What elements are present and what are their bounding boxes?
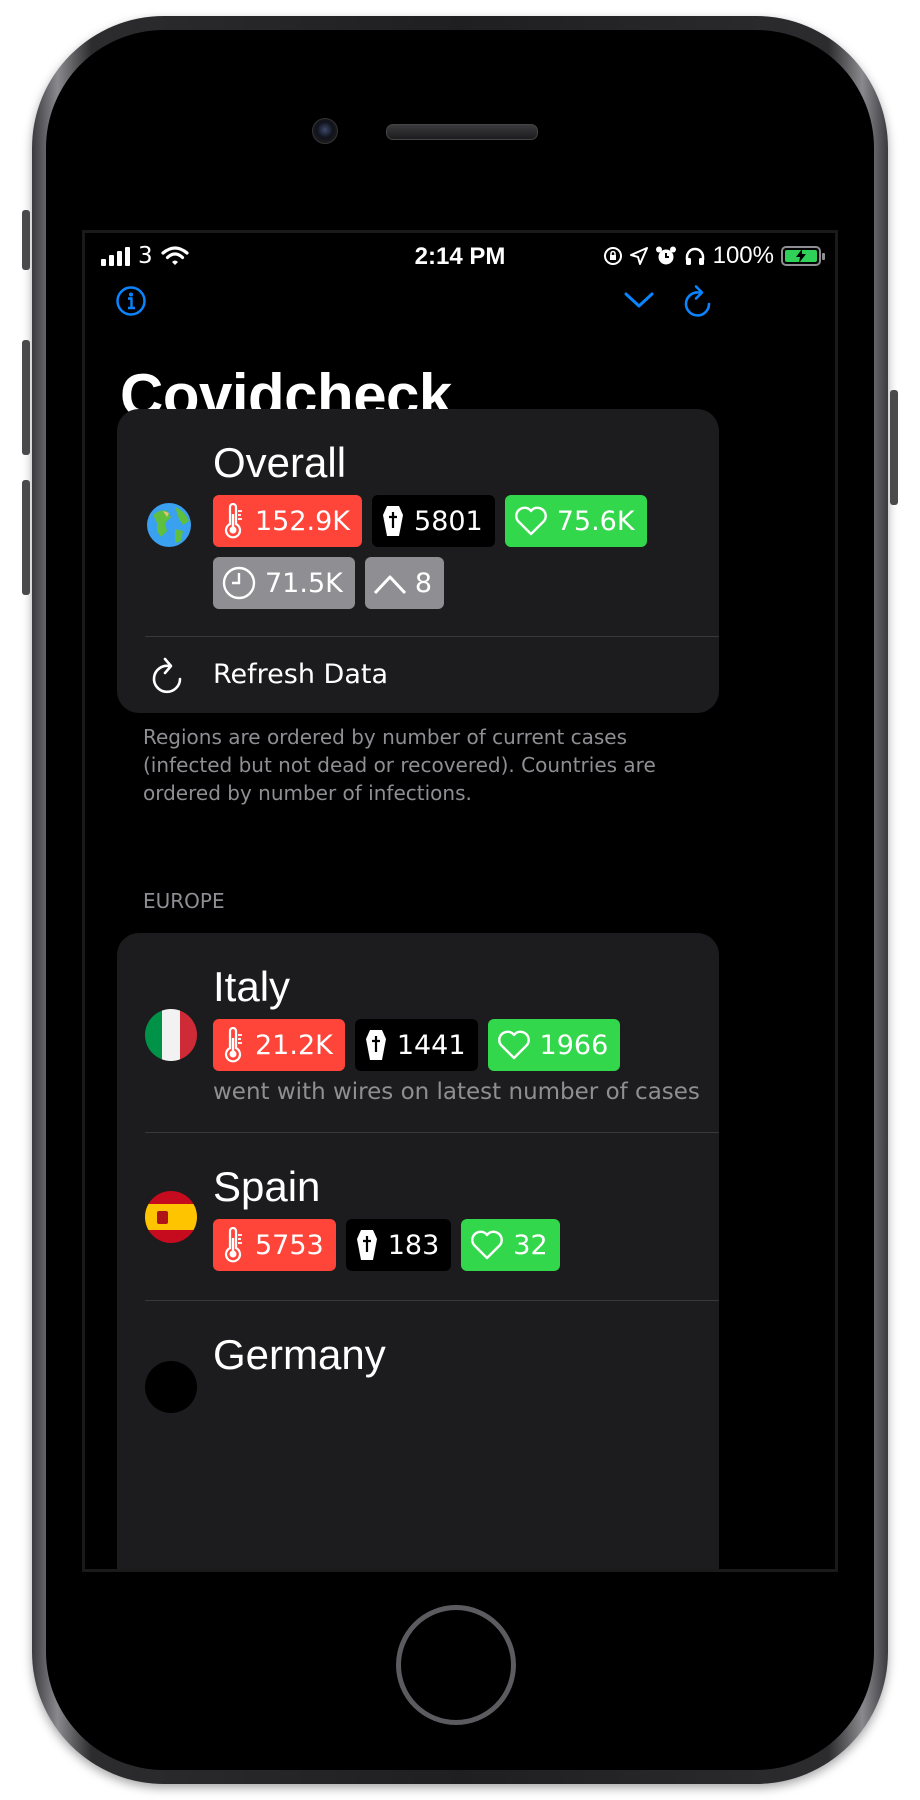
increase-badge: 8 <box>364 557 445 609</box>
refresh-data-row[interactable]: Refresh Data <box>117 637 719 713</box>
europe-card: Italy 21.2K 1441 1966 went with wires on… <box>117 933 719 1569</box>
germany-flag-icon <box>145 1361 197 1413</box>
headphones-icon <box>685 247 704 265</box>
thermometer-icon <box>224 1027 242 1063</box>
overall-row[interactable]: Overall 152.9K 5801 75.6K 71.5K 8 <box>117 409 719 637</box>
deaths-count: 183 <box>387 1229 440 1261</box>
volume-up-button <box>22 340 30 455</box>
overall-card: Overall 152.9K 5801 75.6K 71.5K 8 Refres… <box>117 409 719 713</box>
refresh-data-label: Refresh Data <box>213 659 389 690</box>
increase-count: 8 <box>414 567 433 599</box>
country-badges: 5753 183 32 <box>213 1219 703 1271</box>
infected-badge: 21.2K <box>213 1019 345 1071</box>
country-name: Germany <box>213 1331 386 1378</box>
deaths-count: 1441 <box>396 1029 466 1061</box>
infected-count: 21.2K <box>255 1029 333 1061</box>
deaths-badge: 1441 <box>354 1019 478 1071</box>
battery-icon <box>781 246 825 266</box>
alarm-icon <box>655 246 676 265</box>
country-name: Italy <box>213 963 291 1010</box>
current-cases-count: 71.5K <box>265 567 343 599</box>
heart-icon <box>471 1230 504 1260</box>
coffin-icon <box>356 1230 377 1260</box>
country-row-spain[interactable]: Spain 5753 183 32 <box>117 1133 719 1301</box>
section-header-europe: EUROPE <box>143 889 225 913</box>
heart-icon <box>514 506 547 536</box>
volume-down-button <box>22 480 30 595</box>
clock-icon <box>222 566 256 600</box>
country-row-italy[interactable]: Italy 21.2K 1441 1966 went with wires on… <box>117 933 719 1133</box>
ordering-footnote: Regions are ordered by number of current… <box>143 725 656 805</box>
deaths-count: 5801 <box>414 505 483 537</box>
country-row-germany[interactable]: Germany <box>117 1301 719 1501</box>
infected-count: 152.9K <box>255 505 351 537</box>
spain-flag-icon <box>145 1191 197 1243</box>
italy-flag-icon <box>145 1009 197 1061</box>
recovered-count: 75.6K <box>556 505 635 537</box>
globe-icon <box>145 501 193 549</box>
recovered-badge: 1966 <box>487 1019 621 1071</box>
battery-percentage: 100% <box>712 242 774 269</box>
overall-title: Overall <box>213 439 347 486</box>
refresh-icon[interactable] <box>683 283 715 319</box>
recovered-count: 1966 <box>539 1029 609 1061</box>
orientation-lock-icon <box>603 247 622 265</box>
power-button <box>890 390 898 505</box>
country-name: Spain <box>213 1163 321 1210</box>
home-button[interactable] <box>396 1605 516 1725</box>
chevron-up-icon <box>373 575 406 595</box>
infected-badge: 5753 <box>213 1219 336 1271</box>
location-icon <box>629 247 648 265</box>
coffin-icon <box>365 1030 386 1060</box>
recovered-count: 32 <box>513 1229 548 1261</box>
deaths-badge: 183 <box>345 1219 452 1271</box>
country-note: went with wires on latest number of case… <box>213 1079 700 1105</box>
status-bar: 3 2:14 PM 100% <box>85 233 835 281</box>
recovered-badge: 75.6K <box>504 495 647 547</box>
earpiece-speaker <box>386 124 538 140</box>
thermometer-icon <box>224 503 242 539</box>
screen: 3 2:14 PM 100% Covidcheck Overall 152.9K… <box>82 230 838 1572</box>
chevron-down-icon[interactable] <box>623 289 655 311</box>
navigation-bar <box>85 285 835 345</box>
refresh-icon <box>152 657 182 694</box>
front-camera <box>312 118 338 144</box>
infected-badge: 152.9K <box>213 495 363 547</box>
coffin-icon <box>383 506 404 536</box>
deaths-badge: 5801 <box>372 495 495 547</box>
overall-badges: 152.9K 5801 75.6K 71.5K 8 <box>213 495 703 609</box>
heart-icon <box>497 1030 530 1060</box>
recovered-badge: 32 <box>461 1219 560 1271</box>
info-icon[interactable] <box>115 285 147 317</box>
country-badges: 21.2K 1441 1966 <box>213 1019 703 1071</box>
current-cases-badge: 71.5K <box>213 557 355 609</box>
silent-switch <box>22 210 30 270</box>
infected-count: 5753 <box>255 1229 324 1261</box>
thermometer-icon <box>224 1227 242 1263</box>
